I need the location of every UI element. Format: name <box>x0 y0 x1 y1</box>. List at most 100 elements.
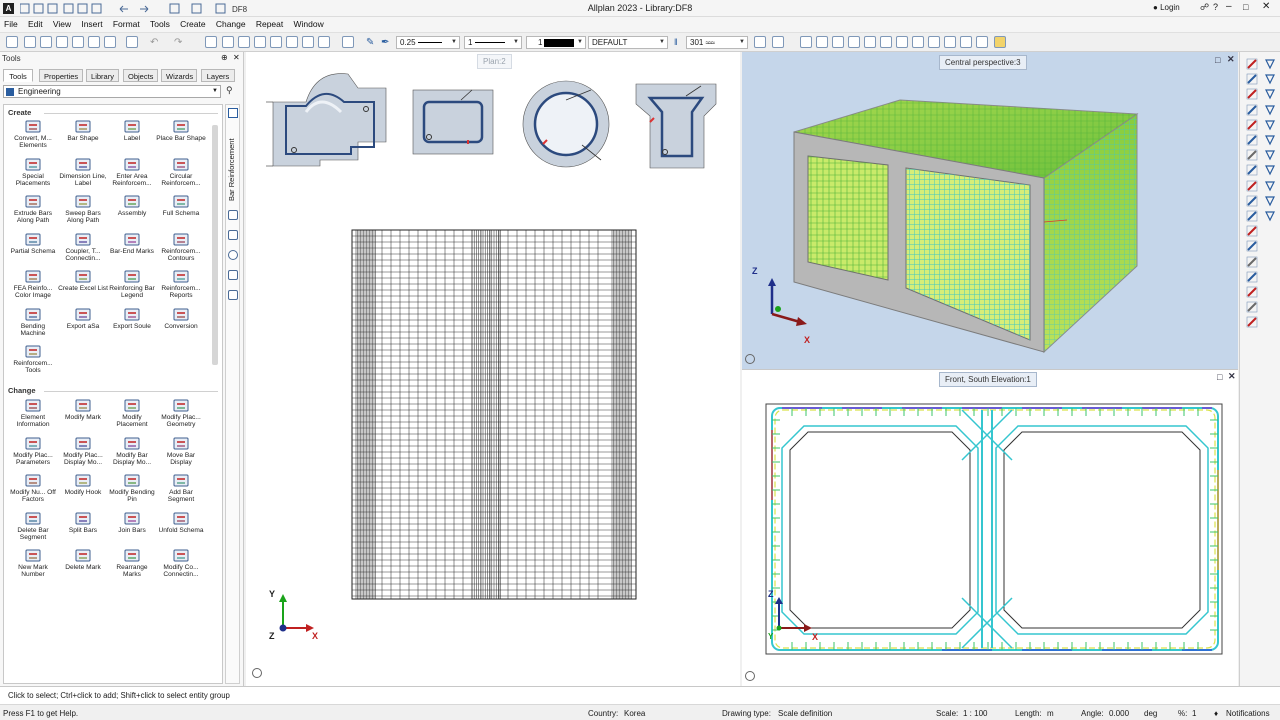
right-tool-7-icon[interactable] <box>1246 149 1258 161</box>
pattern-select[interactable]: 301 ≈≈≈ ▼ <box>686 36 748 49</box>
eyedropper-icon[interactable]: ✒ <box>381 37 389 48</box>
right-tool-10-icon[interactable] <box>1246 195 1258 207</box>
toolbar-match-icon[interactable] <box>772 36 784 48</box>
pen-thickness-select[interactable]: 0.25 ▼ <box>396 36 460 49</box>
viewport-nav-icon[interactable] <box>745 671 755 681</box>
length-value[interactable]: m <box>1047 709 1054 718</box>
close-button[interactable]: ✕ <box>1262 1 1270 12</box>
right-tool-12-icon[interactable] <box>1246 225 1258 237</box>
toolbar-r8-icon[interactable] <box>912 36 924 48</box>
toolbar-r7-icon[interactable] <box>896 36 908 48</box>
toolbar-measure-icon[interactable] <box>205 36 217 48</box>
menu-format[interactable]: Format <box>109 17 144 29</box>
plan-viewport[interactable]: Plan:2 Y X Z <box>246 52 740 686</box>
angle-value[interactable]: 0.000 <box>1109 709 1129 718</box>
right-tool-11-icon[interactable] <box>1246 210 1258 222</box>
right-tool-14-icon[interactable] <box>1246 256 1258 268</box>
tool-modify-hook[interactable]: Modify Hook <box>58 473 108 496</box>
tool-bar-end-marks[interactable]: Bar-End Marks <box>107 232 157 255</box>
tool-conversion[interactable]: Conversion <box>156 307 206 330</box>
tool-assembly[interactable]: Assembly <box>107 194 157 217</box>
tool-reinforcement-tools[interactable]: Reinforcem... Tools <box>8 344 58 375</box>
toolbar-open-icon[interactable] <box>40 36 52 48</box>
tool-area-reinforcement[interactable]: Enter Area Reinforcem... <box>107 157 157 188</box>
tab-wizards[interactable]: Wizards <box>161 69 197 82</box>
right-tool-b3-icon[interactable] <box>1264 88 1276 100</box>
toolbar-r10-icon[interactable] <box>944 36 956 48</box>
color-select[interactable]: 1 ▼ <box>526 36 586 49</box>
category-select[interactable]: Engineering ▼ <box>3 85 221 98</box>
tool-convert-elements[interactable]: Convert, M... Elements <box>8 119 58 150</box>
toolbar-r9-icon[interactable] <box>928 36 940 48</box>
pen-icon[interactable]: ✎ <box>366 37 374 48</box>
viewport-nav-icon[interactable] <box>745 354 755 364</box>
tool-export-asa[interactable]: Export aSa <box>58 307 108 330</box>
tool-bar-shape[interactable]: Bar Shape <box>58 119 108 142</box>
right-tool-b11-icon[interactable] <box>1264 210 1276 222</box>
menu-change[interactable]: Change <box>212 17 250 29</box>
toolbar-zoom-icon[interactable] <box>342 36 354 48</box>
toolbar-paste-icon[interactable] <box>88 36 100 48</box>
country-value[interactable]: Korea <box>624 709 645 718</box>
tool-split-bars[interactable]: Split Bars <box>58 511 108 534</box>
tab-properties[interactable]: Properties <box>39 69 83 82</box>
toolbar-cut-icon[interactable] <box>254 36 266 48</box>
vtab-grid-icon[interactable] <box>228 270 238 280</box>
toolbar-copy-icon[interactable] <box>72 36 84 48</box>
right-tool-6-icon[interactable] <box>1246 134 1258 146</box>
right-tool-1-icon[interactable] <box>1246 58 1258 70</box>
perspective-viewport[interactable]: Central perspective:3 □ ✕ Z X <box>742 52 1238 369</box>
vtab-wall-icon[interactable] <box>228 230 238 240</box>
toolbar-select-icon[interactable] <box>6 36 18 48</box>
tool-label[interactable]: Label <box>107 119 157 142</box>
right-tool-15-icon[interactable] <box>1246 271 1258 283</box>
tool-unfold-schema[interactable]: Unfold Schema <box>156 511 206 534</box>
right-tool-b9-icon[interactable] <box>1264 180 1276 192</box>
tool-full-schema[interactable]: Full Schema <box>156 194 206 217</box>
tool-circular-reinforcement[interactable]: Circular Reinforcem... <box>156 157 206 188</box>
tool-sweep-bars[interactable]: Sweep Bars Along Path <box>58 194 108 225</box>
palette-close-icon[interactable]: ✕ <box>233 53 240 62</box>
tab-bar-reinforcement[interactable]: Bar Reinforcement <box>227 121 236 201</box>
tab-library[interactable]: Library <box>86 69 119 82</box>
toolbar-r5-icon[interactable] <box>864 36 876 48</box>
right-tool-b7-icon[interactable] <box>1264 149 1276 161</box>
right-tool-b8-icon[interactable] <box>1264 164 1276 176</box>
toolbar-r3-icon[interactable] <box>832 36 844 48</box>
tool-join-bars[interactable]: Join Bars <box>107 511 157 534</box>
tool-coupler[interactable]: Coupler, T... Connectin... <box>58 232 108 263</box>
tool-modify-placement-display[interactable]: Modify Plac... Display Mo... <box>58 436 108 467</box>
toolbar-view-icon[interactable] <box>270 36 282 48</box>
tool-place-bar-shape[interactable]: Place Bar Shape <box>156 119 206 142</box>
tool-bending-machine[interactable]: Bending Machine <box>8 307 58 338</box>
menu-window[interactable]: Window <box>290 17 328 29</box>
tab-objects[interactable]: Objects <box>123 69 158 82</box>
toolbar-r12-icon[interactable] <box>976 36 988 48</box>
right-tool-18-icon[interactable] <box>1246 316 1258 328</box>
panel-scrollbar[interactable] <box>212 125 218 365</box>
toolbar-new-icon[interactable] <box>24 36 36 48</box>
toolbar-r1-icon[interactable] <box>800 36 812 48</box>
scale-value[interactable]: 1 : 100 <box>963 709 987 718</box>
bell-icon[interactable]: ♦ <box>1214 709 1218 718</box>
right-tool-5-icon[interactable] <box>1246 119 1258 131</box>
tab-tools[interactable]: Tools <box>3 69 33 82</box>
toolbar-r11-icon[interactable] <box>960 36 972 48</box>
tool-export-soule[interactable]: Export Soule <box>107 307 157 330</box>
toolbar-3d-icon[interactable] <box>286 36 298 48</box>
tool-modify-placement[interactable]: Modify Placement <box>107 398 157 429</box>
toolbar-r6-icon[interactable] <box>880 36 892 48</box>
toolbar-image-icon[interactable] <box>126 36 138 48</box>
tool-modify-factors[interactable]: Modify Nu... Off Factors <box>8 473 58 504</box>
tool-reports[interactable]: Reinforcem... Reports <box>156 269 206 300</box>
toolbar-box-icon[interactable] <box>302 36 314 48</box>
menu-insert[interactable]: Insert <box>77 17 106 29</box>
toolbar-layer-stack-icon[interactable] <box>994 36 1006 48</box>
maximize-button[interactable]: □ <box>1243 2 1248 12</box>
minimize-button[interactable]: – <box>1226 1 1232 12</box>
tool-new-mark-number[interactable]: New Mark Number <box>8 548 58 579</box>
tool-bar-legend[interactable]: Reinforcing Bar Legend <box>107 269 157 300</box>
tool-reinforcement-contours[interactable]: Reinforcem... Contours <box>156 232 206 263</box>
front-elevation-viewport[interactable]: Front, South Elevation:1 □ ✕ Z X Y <box>742 369 1238 686</box>
pin-icon[interactable]: ⊕ <box>221 53 228 62</box>
